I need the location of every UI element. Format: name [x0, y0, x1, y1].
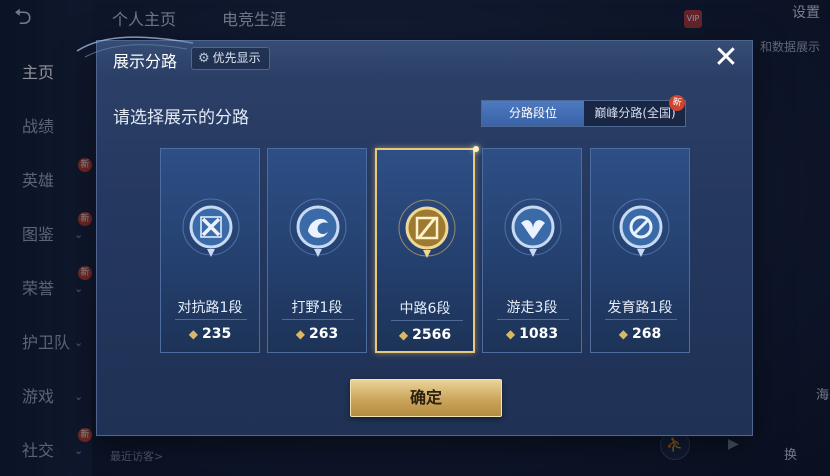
rank-points-icon: ◆: [188, 327, 198, 341]
selected-sparkle-icon: [473, 146, 479, 152]
score-value: 235: [202, 326, 232, 342]
route-score: ◆ 2566: [377, 327, 473, 343]
tab-route-rank[interactable]: 分路段位: [482, 101, 584, 126]
slash-rune-icon: [398, 199, 456, 258]
modal-title: 展示分路: [113, 52, 178, 71]
route-display-modal: 展示分路 ⚙ 优先显示 ✕ 请选择展示的分路 分路段位 巅峰分路(全国) 新 对抗…: [76, 36, 753, 436]
card-divider: [605, 319, 677, 320]
score-value: 263: [309, 326, 339, 342]
route-label: 游走3段: [506, 300, 558, 316]
route-score: ◆ 268: [591, 326, 689, 342]
card-divider: [391, 320, 463, 321]
priority-label: 优先显示: [212, 51, 261, 65]
gear-icon: ⚙: [198, 51, 210, 66]
route-score: ◆ 263: [268, 326, 366, 342]
route-label: 对抗路1段: [177, 300, 243, 316]
priority-display-button[interactable]: ⚙ 优先显示: [191, 47, 270, 70]
route-card-jungle[interactable]: 打野1段 ◆ 263: [267, 148, 367, 353]
route-label: 发育路1段: [607, 300, 673, 316]
modal-header: 展示分路 ⚙ 优先显示 ✕: [97, 41, 752, 75]
wing-guard-icon: [504, 198, 562, 257]
route-score: ◆ 1083: [483, 326, 581, 342]
route-mode-toggle: 分路段位 巅峰分路(全国) 新: [481, 93, 687, 127]
modal-subtitle: 请选择展示的分路: [113, 108, 249, 128]
route-card-bot[interactable]: 发育路1段 ◆ 268: [590, 148, 690, 353]
rank-points-icon: ◆: [505, 327, 516, 341]
target-ring-icon: [612, 198, 670, 257]
route-label: 中路6段: [399, 301, 451, 317]
route-card-top[interactable]: 对抗路1段 ◆ 235: [160, 148, 260, 353]
rank-points-icon: ◆: [398, 328, 409, 342]
shield-cross-icon: [182, 198, 240, 257]
confirm-button[interactable]: 确定: [350, 379, 502, 417]
card-divider: [175, 319, 247, 320]
route-card-roam[interactable]: 游走3段 ◆ 1083: [482, 148, 582, 353]
score-value: 268: [632, 326, 662, 342]
dragon-claw-icon: [289, 198, 347, 257]
rank-points-icon: ◆: [618, 327, 628, 341]
route-label: 打野1段: [291, 300, 343, 316]
card-divider: [497, 319, 569, 320]
route-card-mid[interactable]: 中路6段 ◆ 2566: [375, 146, 479, 353]
rank-points-icon: ◆: [295, 327, 305, 341]
card-divider: [282, 319, 354, 320]
route-cards: 对抗路1段 ◆ 235 打野1段 ◆ 263 中路6段 ◆ 2566 游走3段 …: [160, 146, 692, 354]
route-score: ◆ 235: [161, 326, 259, 342]
score-value: 2566: [412, 327, 452, 343]
score-value: 1083: [519, 326, 559, 342]
close-button[interactable]: ✕: [709, 42, 743, 76]
